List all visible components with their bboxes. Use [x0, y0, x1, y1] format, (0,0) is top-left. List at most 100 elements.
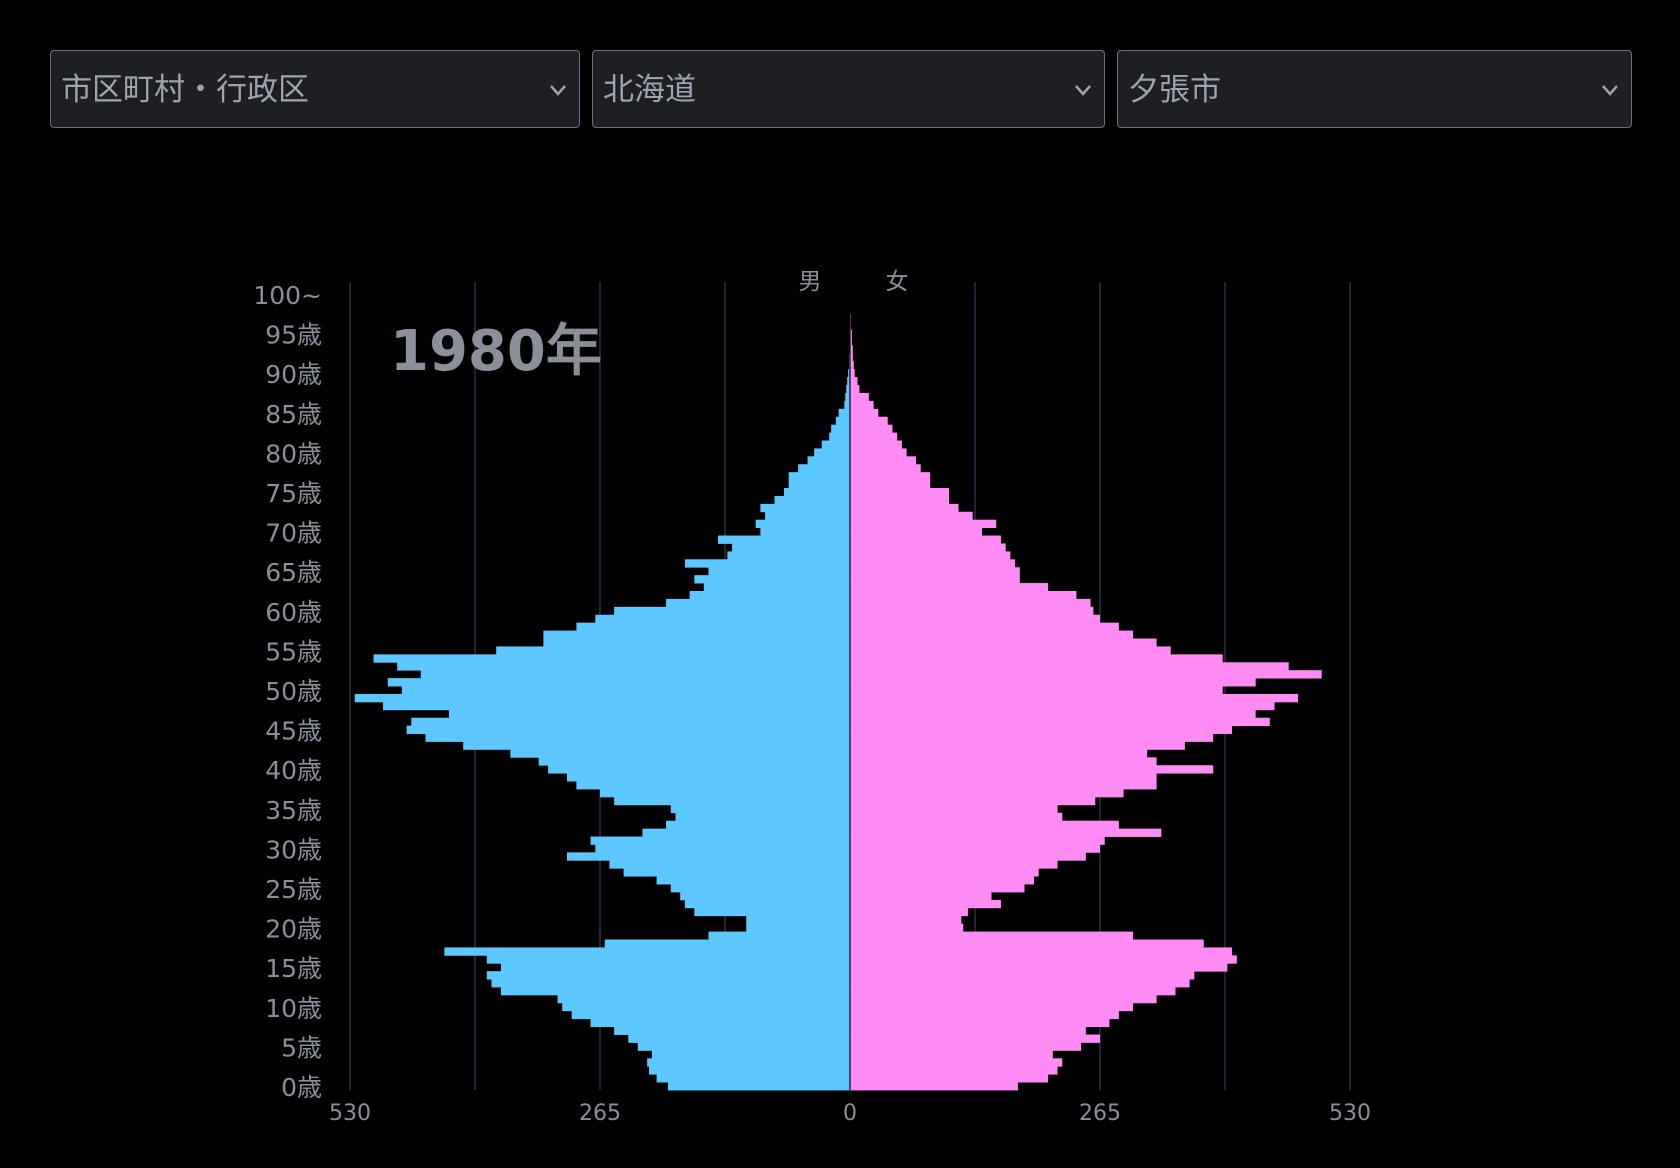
- female-bar: [850, 622, 1119, 631]
- female-bar: [850, 765, 1214, 774]
- female-bar: [850, 527, 983, 536]
- legend-female-label: 女: [886, 269, 909, 295]
- male-bar: [746, 915, 850, 925]
- male-bar: [717, 535, 850, 544]
- male-bar: [703, 583, 850, 592]
- female-bar: [850, 488, 950, 497]
- y-tick-label: 40歳: [265, 756, 322, 785]
- female-bar: [850, 709, 1256, 719]
- female-bar: [850, 994, 1157, 1004]
- male-bar: [411, 717, 850, 727]
- female-bar: [850, 717, 1270, 727]
- y-tick-label: 85歳: [265, 400, 322, 429]
- female-bar: [850, 1018, 1110, 1028]
- female-bar: [850, 939, 1204, 948]
- female-bar: [850, 670, 1322, 679]
- y-tick-label: 45歳: [265, 717, 322, 746]
- y-tick-label: 90歳: [265, 360, 322, 389]
- male-bar: [614, 1026, 850, 1035]
- female-bar: [850, 931, 1134, 940]
- female-bar: [850, 725, 1233, 734]
- male-bar: [486, 955, 850, 964]
- male-bar: [746, 923, 850, 932]
- male-bar: [623, 868, 850, 877]
- male-bar: [562, 1002, 850, 1012]
- male-bar: [831, 424, 850, 433]
- female-bar: [850, 686, 1223, 695]
- legend-male-label: 男: [799, 269, 822, 295]
- male-bar: [845, 392, 850, 402]
- female-bar: [850, 860, 1058, 869]
- female-bar: [850, 392, 869, 402]
- male-bar: [708, 931, 850, 940]
- female-bar: [850, 757, 1157, 766]
- female-bar: [850, 828, 1162, 837]
- female-bar: [850, 741, 1185, 750]
- male-bar: [774, 495, 850, 505]
- female-bar: [850, 868, 1039, 877]
- female-bar: [850, 678, 1256, 687]
- female-bar: [850, 416, 888, 426]
- male-bar: [420, 670, 850, 679]
- y-tick-label: 70歳: [265, 519, 322, 548]
- female-bar: [850, 836, 1105, 845]
- y-tick-label: 15歳: [265, 954, 322, 983]
- male-bar: [656, 876, 850, 885]
- female-bar: [850, 963, 1228, 972]
- female-bar: [850, 662, 1289, 671]
- female-bar: [850, 567, 1020, 576]
- male-bar: [694, 907, 850, 917]
- male-bar: [680, 891, 850, 901]
- female-bar: [850, 971, 1195, 980]
- female-bar: [850, 1058, 1063, 1067]
- male-bar: [807, 456, 850, 465]
- female-bar: [850, 551, 1011, 560]
- female-bar: [850, 701, 1275, 711]
- male-bar: [788, 472, 850, 481]
- male-bar: [760, 503, 850, 513]
- y-tick-label: 35歳: [265, 796, 322, 825]
- y-tick-label: 10歳: [265, 994, 322, 1023]
- y-tick-label: 60歳: [265, 598, 322, 627]
- male-bar: [595, 844, 850, 853]
- female-bar: [850, 1042, 1082, 1051]
- female-bar: [850, 456, 917, 465]
- female-bar: [850, 804, 1058, 814]
- female-bar: [850, 614, 1100, 624]
- male-bar: [444, 947, 850, 956]
- male-bar: [708, 567, 850, 576]
- female-bar: [850, 385, 860, 394]
- male-bar: [760, 527, 850, 536]
- female-bar: [850, 773, 1157, 782]
- female-bar: [850, 503, 959, 513]
- female-bar: [850, 733, 1214, 742]
- male-bar: [595, 614, 850, 624]
- male-bar: [600, 789, 850, 798]
- female-bar: [850, 891, 992, 901]
- y-tick-label: 20歳: [265, 915, 322, 944]
- y-tick-label: 95歳: [265, 321, 322, 350]
- y-tick-label: 50歳: [265, 677, 322, 706]
- female-bar: [850, 369, 855, 378]
- female-bar: [850, 781, 1157, 790]
- x-tick-label: 0: [843, 1101, 857, 1126]
- male-bar: [649, 1066, 850, 1075]
- male-bar: [557, 994, 850, 1004]
- x-tick-label: 265: [579, 1101, 621, 1126]
- male-bar: [576, 781, 850, 790]
- female-bar: [850, 796, 1096, 806]
- male-bar: [667, 1082, 850, 1091]
- female-bar: [850, 575, 1020, 584]
- female-bar: [850, 820, 1119, 830]
- female-bar: [850, 884, 1025, 893]
- male-bar: [543, 638, 850, 647]
- female-bar: [850, 907, 968, 917]
- female-bar: [850, 495, 950, 505]
- male-bar: [406, 725, 850, 734]
- male-bar: [835, 416, 850, 426]
- female-bar: [850, 1066, 1058, 1075]
- male-bar: [838, 408, 850, 418]
- female-bar: [850, 448, 907, 457]
- y-tick-label: 0歳: [281, 1073, 322, 1102]
- y-tick-label: 80歳: [265, 439, 322, 468]
